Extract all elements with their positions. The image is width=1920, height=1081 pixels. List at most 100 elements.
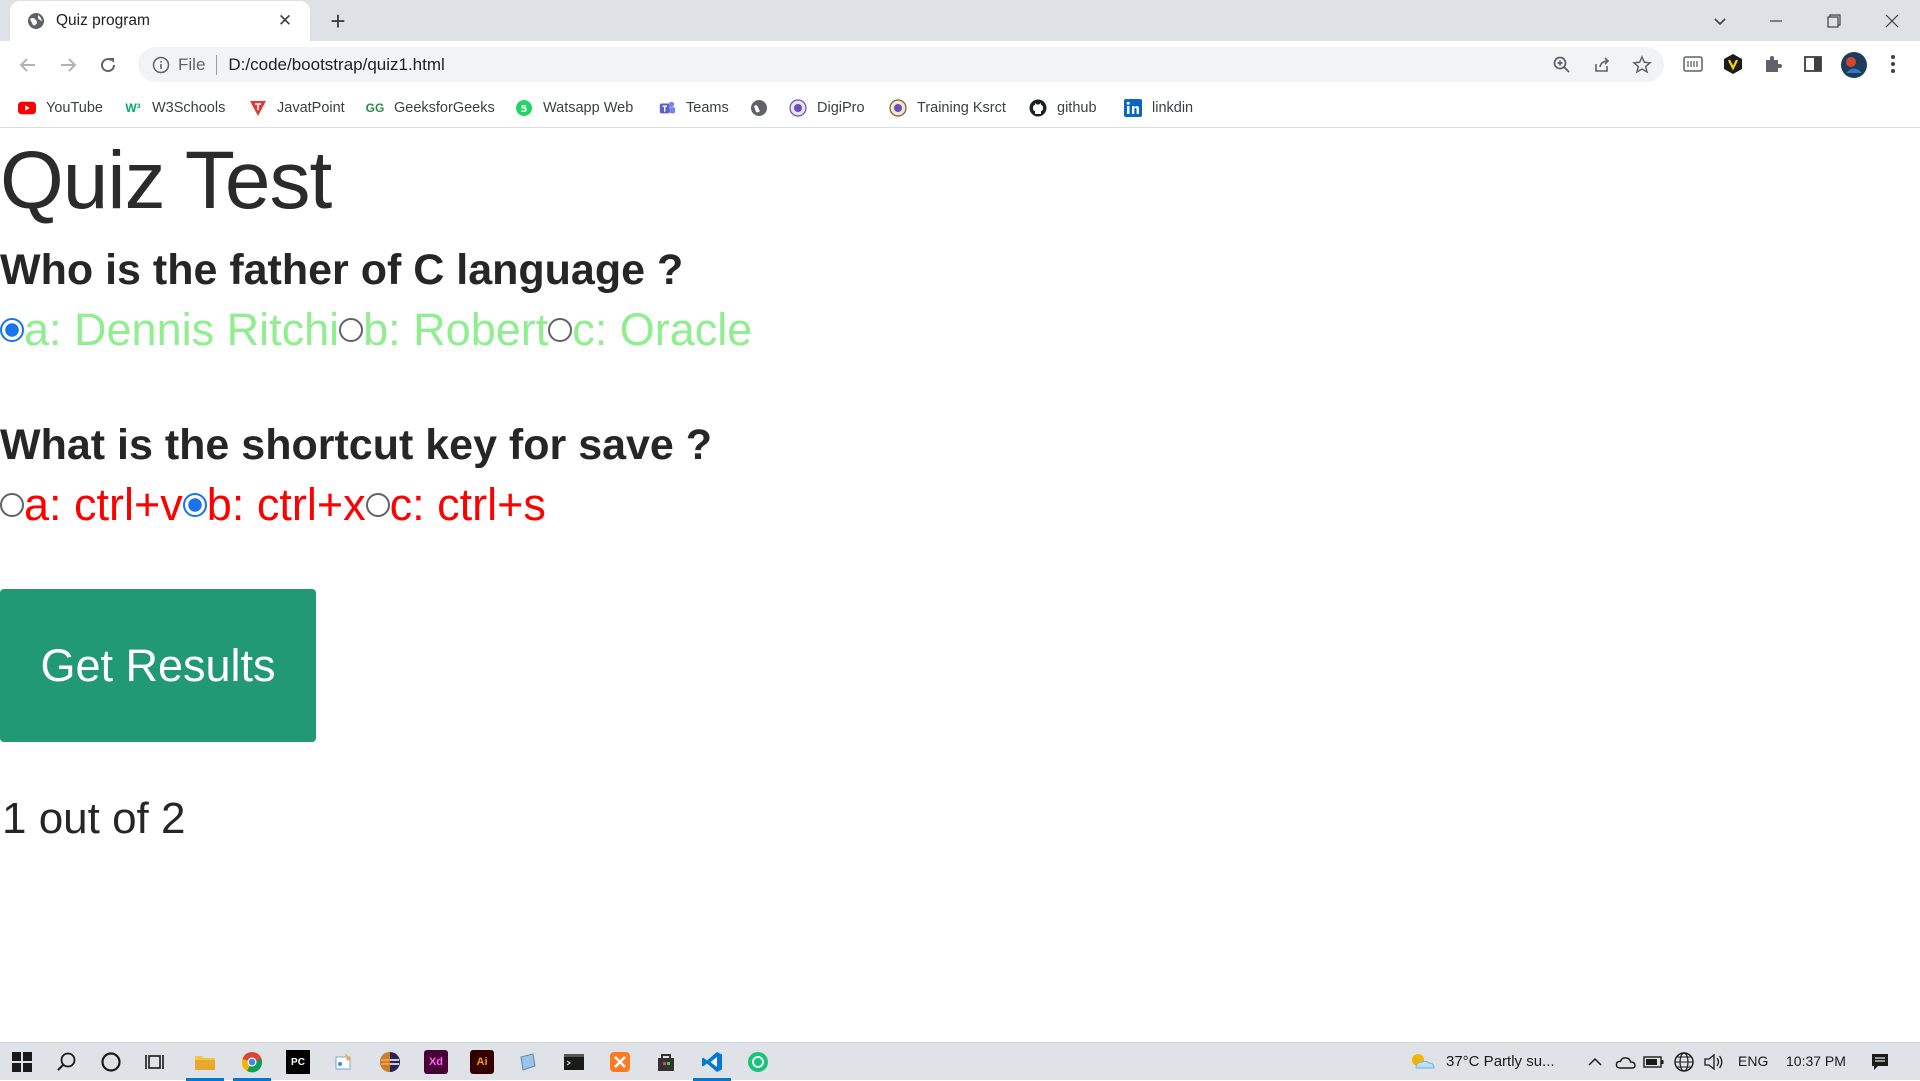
bookmark-geeksforgeeks[interactable]: GG GeeksforGeeks xyxy=(366,96,495,120)
option-2b-label[interactable]: b: ctrl+x xyxy=(207,479,366,531)
search-icon xyxy=(57,1052,76,1071)
taskbar-eclipse[interactable] xyxy=(378,1050,402,1074)
option-1a-radio[interactable] xyxy=(0,318,24,342)
show-hidden-icons-button[interactable] xyxy=(1583,1050,1607,1074)
menu-button[interactable] xyxy=(1882,53,1904,75)
bookmark-digipro[interactable]: DigiPro xyxy=(789,96,865,120)
battery-tray[interactable] xyxy=(1642,1050,1666,1074)
side-panel-button[interactable] xyxy=(1802,53,1824,75)
globe-icon xyxy=(750,99,768,117)
chevron-up-icon xyxy=(1588,1057,1602,1066)
question-2-options: a: ctrl+v b: ctrl+x c: ctrl+s xyxy=(0,479,546,531)
taskbar-chatgpt[interactable] xyxy=(746,1050,770,1074)
task-view-button[interactable] xyxy=(144,1050,168,1074)
action-center-button[interactable] xyxy=(1868,1050,1892,1074)
volume-tray[interactable] xyxy=(1702,1050,1726,1074)
option-2c-radio[interactable] xyxy=(365,493,390,517)
extension-scanner-icon xyxy=(1683,56,1703,72)
option-1b-radio[interactable] xyxy=(339,318,364,342)
close-window-button[interactable] xyxy=(1864,0,1920,41)
input-language[interactable]: ENG xyxy=(1738,1053,1768,1069)
geeksforgeeks-icon: GG xyxy=(365,101,385,115)
cortana-button[interactable] xyxy=(99,1050,123,1074)
taskbar-vscode[interactable] xyxy=(700,1050,724,1074)
tab-strip: Quiz program ✕ + xyxy=(0,0,1920,41)
option-2c-label[interactable]: c: ctrl+s xyxy=(390,479,546,531)
weather-text[interactable]: 37°C Partly su... xyxy=(1446,1053,1555,1070)
bookmark-github[interactable]: github xyxy=(1029,96,1097,120)
info-icon[interactable] xyxy=(152,56,170,74)
taskbar-chrome[interactable] xyxy=(240,1050,264,1074)
option-1c-radio[interactable] xyxy=(548,318,573,342)
taskbar-pycharm[interactable]: PC xyxy=(286,1050,310,1074)
taskbar-app-store[interactable] xyxy=(654,1050,678,1074)
taskbar-terminal[interactable] xyxy=(562,1050,586,1074)
bookmark-youtube[interactable]: YouTube xyxy=(18,96,103,120)
side-panel-icon xyxy=(1804,56,1822,72)
bookmark-training-ksrct[interactable]: Training Ksrct xyxy=(889,96,1006,120)
bookmark-label: JavatPoint xyxy=(277,100,345,116)
task-view-icon xyxy=(145,1055,164,1069)
network-tray[interactable] xyxy=(1672,1050,1696,1074)
option-2a-label[interactable]: a: ctrl+v xyxy=(24,479,183,531)
share-icon[interactable] xyxy=(1592,55,1612,75)
browser-tab[interactable]: Quiz program ✕ xyxy=(10,1,310,41)
adobe-xd-icon: Xd xyxy=(428,1056,444,1068)
browser-toolbar: File D:/code/bootstrap/quiz1.html xyxy=(0,41,1920,88)
bookmark-teams[interactable]: Teams xyxy=(658,96,729,120)
minimize-button[interactable] xyxy=(1748,0,1804,41)
tab-search-button[interactable] xyxy=(1692,0,1748,41)
question-1-options: a: Dennis Ritchi b: Robert c: Oracle xyxy=(0,304,752,356)
cortana-icon xyxy=(101,1052,121,1072)
onedrive-tray[interactable] xyxy=(1614,1050,1638,1074)
extension-1[interactable] xyxy=(1682,53,1704,75)
option-2a-radio[interactable] xyxy=(0,493,24,517)
clock[interactable]: 10:37 PM xyxy=(1786,1053,1846,1069)
svg-text:5: 5 xyxy=(521,104,528,115)
profile-avatar[interactable] xyxy=(1840,51,1868,79)
bookmark-label: DigiPro xyxy=(817,100,865,116)
option-1c-label[interactable]: c: Oracle xyxy=(572,304,752,356)
extension-2[interactable] xyxy=(1722,53,1744,75)
taskbar-xampp[interactable] xyxy=(608,1050,632,1074)
close-tab-icon[interactable]: ✕ xyxy=(274,10,296,32)
url-text[interactable]: D:/code/bootstrap/quiz1.html xyxy=(228,55,444,75)
taskbar-adobe-xd[interactable]: Xd xyxy=(424,1050,448,1074)
globe-network-icon xyxy=(1674,1052,1694,1072)
zoom-icon[interactable] xyxy=(1552,55,1572,75)
weather-widget-icon[interactable] xyxy=(1408,1050,1436,1074)
bookmark-star-icon[interactable] xyxy=(1632,55,1652,75)
bookmark-label: Training Ksrct xyxy=(917,100,1006,116)
bookmark-w3schools[interactable]: W³ W3Schools xyxy=(124,96,225,120)
bookmark-whatsapp[interactable]: 5 Watsapp Web xyxy=(515,96,633,120)
forward-button[interactable] xyxy=(52,49,84,81)
taskbar-app-generic[interactable] xyxy=(516,1050,540,1074)
back-button[interactable] xyxy=(12,49,44,81)
bookmark-linkedin[interactable]: linkdin xyxy=(1124,96,1193,120)
bookmark-label: Teams xyxy=(686,100,729,116)
option-1a-label[interactable]: a: Dennis Ritchi xyxy=(24,304,339,356)
taskbar-paint[interactable] xyxy=(332,1050,356,1074)
taskbar: PC Xd Ai 37°C Partly su... ENG 10:37 PM xyxy=(0,1042,1920,1081)
taskbar-illustrator[interactable]: Ai xyxy=(470,1050,494,1074)
start-button[interactable] xyxy=(10,1050,34,1074)
new-tab-button[interactable]: + xyxy=(324,8,352,36)
restore-icon xyxy=(1827,13,1841,28)
reload-button[interactable] xyxy=(92,49,124,81)
whatsapp-icon: 5 xyxy=(515,99,533,117)
bookmark-globe[interactable] xyxy=(750,96,778,120)
extensions-button[interactable] xyxy=(1762,53,1784,75)
extension-hex-icon xyxy=(1724,54,1742,74)
restore-button[interactable] xyxy=(1806,0,1862,41)
search-button[interactable] xyxy=(55,1050,79,1074)
bookmark-javatpoint[interactable]: JavatPoint xyxy=(249,96,345,120)
puzzle-icon xyxy=(1766,56,1782,72)
get-results-button[interactable]: Get Results xyxy=(0,589,316,742)
illustrator-icon: Ai xyxy=(476,1056,488,1068)
speaker-icon xyxy=(1704,1053,1723,1071)
option-1b-label[interactable]: b: Robert xyxy=(363,304,548,356)
address-bar[interactable]: File D:/code/bootstrap/quiz1.html xyxy=(138,47,1664,82)
partly-sunny-icon xyxy=(1412,1054,1435,1069)
taskbar-file-explorer[interactable] xyxy=(193,1050,217,1074)
option-2b-radio[interactable] xyxy=(182,493,207,517)
